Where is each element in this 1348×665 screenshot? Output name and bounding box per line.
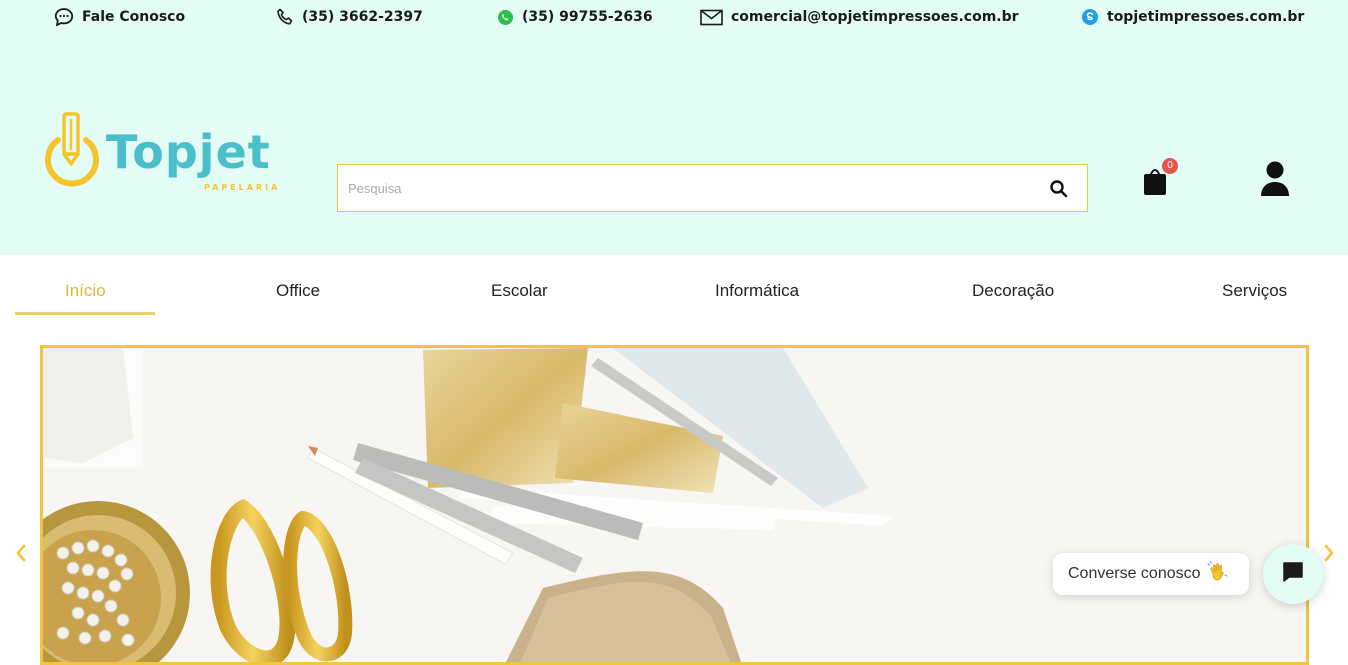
waving-hand-icon <box>1206 560 1229 588</box>
phone-number: (35) 3662-2397 <box>302 9 423 25</box>
nav-item-escolar[interactable]: Escolar <box>491 281 548 301</box>
svg-text:PAPELARIA: PAPELARIA <box>204 183 280 192</box>
nav-item-informatica[interactable]: Informática <box>715 281 799 301</box>
chat-prompt-text: Converse conosco <box>1068 565 1201 582</box>
carousel-prev-arrow[interactable] <box>14 543 28 563</box>
chat-icon <box>54 7 74 27</box>
skype-icon <box>1081 8 1099 26</box>
carousel-next-arrow[interactable] <box>1322 543 1336 563</box>
hero-banner-slide[interactable] <box>40 345 1309 665</box>
topjet-logo[interactable]: Topjet PAPELARIA <box>42 110 292 195</box>
shopping-bag-icon <box>1140 169 1180 202</box>
search-input[interactable] <box>338 165 1048 211</box>
contact-label: Fale Conosco <box>82 9 186 25</box>
skype-id: topjetimpressoes.com.br <box>1107 9 1305 25</box>
email-address: comercial@topjetimpressoes.com.br <box>731 9 1019 25</box>
main-nav: Início Office Escolar Informática Decora… <box>0 255 1348 320</box>
skype-link[interactable]: topjetimpressoes.com.br <box>1081 6 1304 28</box>
user-icon <box>1258 161 1292 202</box>
svg-text:Topjet: Topjet <box>106 125 271 179</box>
cart-count-badge: 0 <box>1162 158 1178 174</box>
nav-item-decoracao[interactable]: Decoração <box>972 281 1054 301</box>
mail-icon <box>700 9 723 26</box>
nav-item-office[interactable]: Office <box>276 281 320 301</box>
account-button[interactable] <box>1258 160 1292 198</box>
header: Fale Conosco (35) 3662-2397 (35) 99755-2… <box>0 0 1348 255</box>
cart-button[interactable]: 0 <box>1140 158 1180 198</box>
nav-item-servicos[interactable]: Serviços <box>1222 281 1287 301</box>
email-link[interactable]: comercial@topjetimpressoes.com.br <box>700 6 1019 28</box>
phone-icon <box>276 8 294 26</box>
active-nav-underline <box>15 312 155 315</box>
stationery-photo <box>43 348 1306 662</box>
search-bar <box>337 164 1088 212</box>
whatsapp-number: (35) 99755-2636 <box>522 9 653 25</box>
search-icon[interactable] <box>1049 179 1069 199</box>
nav-item-inicio[interactable]: Início <box>65 281 106 301</box>
whatsapp-icon <box>497 9 514 26</box>
whatsapp-link[interactable]: (35) 99755-2636 <box>497 6 653 28</box>
contact-link[interactable]: Fale Conosco <box>54 6 185 28</box>
topjet-logo-image: Topjet PAPELARIA <box>45 112 280 192</box>
phone-link[interactable]: (35) 3662-2397 <box>276 6 423 28</box>
chat-launcher-button[interactable] <box>1263 544 1323 604</box>
chat-prompt-bubble[interactable]: Converse conosco <box>1053 553 1249 595</box>
chat-icon <box>1281 560 1305 588</box>
